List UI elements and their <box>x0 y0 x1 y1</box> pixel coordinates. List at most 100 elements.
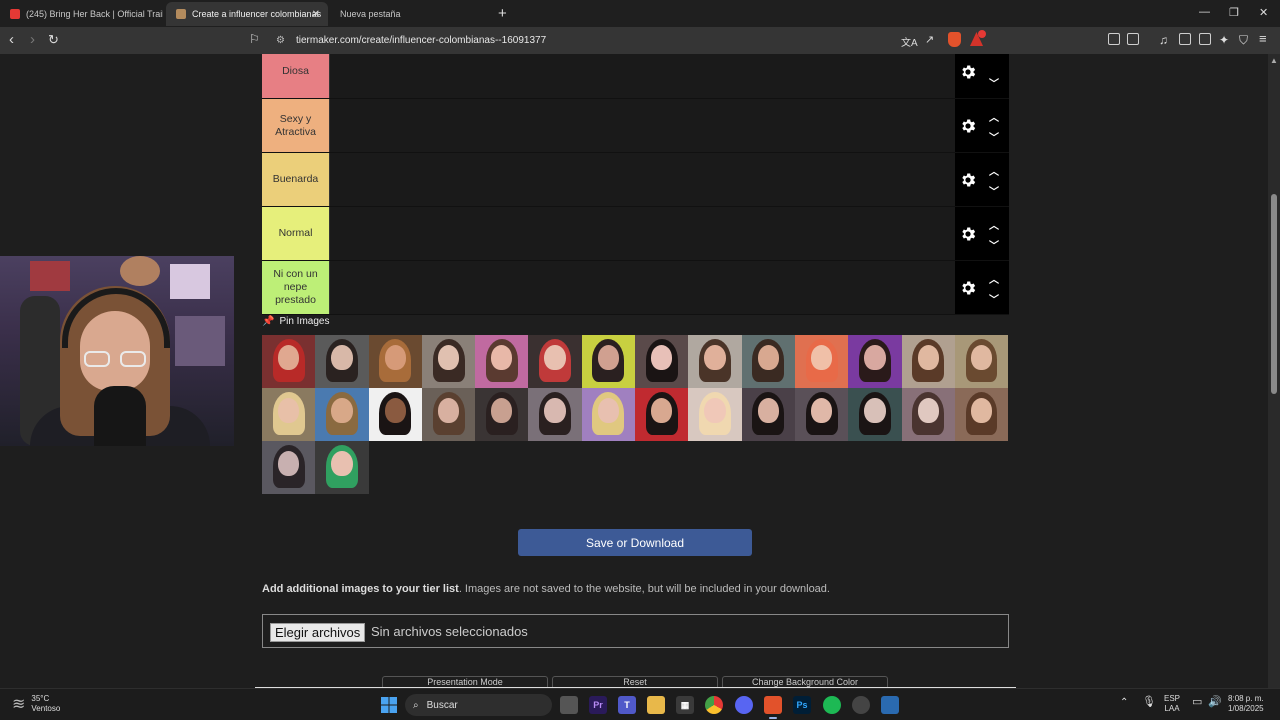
back-icon[interactable]: ‹ <box>9 31 14 48</box>
chevron-down-icon[interactable]: ﹀ <box>989 237 999 252</box>
chevron-down-icon[interactable]: ﹀ <box>989 75 999 90</box>
translate-icon[interactable]: 文A <box>901 34 918 49</box>
tier-drop-zone[interactable] <box>329 153 955 206</box>
scroll-up-icon[interactable]: ▲ <box>1270 56 1278 65</box>
task-view-icon[interactable] <box>560 696 578 714</box>
influencer-thumbnail[interactable] <box>794 335 849 388</box>
discord-icon[interactable] <box>735 696 753 714</box>
scroll-thumb[interactable] <box>1271 194 1277 394</box>
gear-icon[interactable] <box>959 225 977 243</box>
chevron-down-icon[interactable]: ﹀ <box>989 129 999 144</box>
influencer-thumbnail[interactable] <box>848 388 902 441</box>
tier-drop-zone[interactable] <box>329 99 955 152</box>
influencer-thumbnail[interactable] <box>954 388 1009 441</box>
influencer-thumbnail[interactable] <box>315 388 369 441</box>
influencer-thumbnail[interactable] <box>368 388 422 441</box>
tier-label[interactable]: Ni con un nepe prestado <box>262 261 329 314</box>
microphone-icon[interactable]: 🎙 <box>1142 697 1156 708</box>
influencer-thumbnail[interactable] <box>475 388 529 441</box>
tier-drop-zone[interactable] <box>329 54 955 98</box>
site-info-icon[interactable]: ⚙ <box>276 30 285 51</box>
store-icon[interactable]: ▦ <box>676 696 694 714</box>
clock[interactable]: 8:08 p. m. 1/08/2025 <box>1228 694 1264 714</box>
leo-ai-icon[interactable]: ✦ <box>1219 33 1229 47</box>
influencer-thumbnail[interactable] <box>901 335 955 388</box>
volume-icon[interactable]: 🔊 <box>1208 697 1222 708</box>
influencer-thumbnail[interactable] <box>421 388 476 441</box>
menu-icon[interactable]: ≡ <box>1259 31 1267 46</box>
new-tab-button[interactable]: + <box>498 5 507 22</box>
chevron-up-icon[interactable]: ︿ <box>989 217 999 232</box>
influencer-thumbnail[interactable] <box>262 388 316 441</box>
influencer-thumbnail[interactable] <box>741 335 795 388</box>
bookmark-icon[interactable]: ⚐ <box>249 32 260 46</box>
tier-label[interactable]: Buenarda <box>262 153 329 206</box>
chevron-up-icon[interactable]: ︿ <box>989 271 999 286</box>
gear-icon[interactable] <box>959 171 977 189</box>
obs-icon[interactable] <box>852 696 870 714</box>
taskbar-search[interactable]: ⌕ Buscar <box>405 694 552 716</box>
chevron-up-icon[interactable]: ︿ <box>989 163 999 178</box>
influencer-thumbnail[interactable] <box>901 388 955 441</box>
close-window-button[interactable]: ✕ <box>1259 6 1268 19</box>
chevron-down-icon[interactable]: ﹀ <box>989 183 999 198</box>
tier-drop-zone[interactable] <box>329 207 955 260</box>
share-icon[interactable]: ↗ <box>925 33 934 46</box>
weather-widget[interactable]: ≋ 35°C Ventoso <box>12 694 60 714</box>
premiere-icon[interactable]: Pr <box>589 696 607 714</box>
influencer-thumbnail[interactable] <box>528 335 582 388</box>
restore-button[interactable]: ❐ <box>1229 6 1239 19</box>
language-indicator[interactable]: ESP LAA <box>1164 694 1180 714</box>
chrome-icon[interactable] <box>705 696 723 714</box>
gear-icon[interactable] <box>959 279 977 297</box>
influencer-thumbnail[interactable] <box>421 335 476 388</box>
page-scrollbar[interactable]: ▲ <box>1268 54 1280 688</box>
file-explorer-icon[interactable] <box>647 696 665 714</box>
influencer-thumbnail[interactable] <box>794 388 849 441</box>
close-tab-icon[interactable]: ✕ <box>312 9 320 20</box>
tab-youtube[interactable]: (245) Bring Her Back | Official Trailer … <box>0 2 163 26</box>
influencer-thumbnail[interactable] <box>581 388 636 441</box>
forward-icon[interactable]: › <box>30 31 35 48</box>
influencer-thumbnail[interactable] <box>475 335 529 388</box>
teams-icon[interactable]: T <box>618 696 636 714</box>
influencer-thumbnail[interactable] <box>635 335 689 388</box>
screenshot-icon[interactable] <box>1127 33 1139 45</box>
influencer-thumbnail[interactable] <box>528 388 582 441</box>
save-download-button[interactable]: Save or Download <box>518 529 752 556</box>
brave-shields-icon[interactable] <box>948 32 961 47</box>
tier-label[interactable]: Normal <box>262 207 329 260</box>
influencer-thumbnail[interactable] <box>262 441 316 494</box>
photoshop-icon[interactable]: Ps <box>793 696 811 714</box>
wallet-icon[interactable] <box>1199 33 1211 45</box>
address-bar[interactable]: ⚙ tiermaker.com/create/influencer-colomb… <box>268 30 988 51</box>
influencer-thumbnail[interactable] <box>741 388 795 441</box>
tier-label[interactable]: Diosa <box>262 54 329 98</box>
tab-tiermaker[interactable]: Create a influencer colombianas ✕ <box>166 2 328 26</box>
media-icon[interactable]: ♫ <box>1159 33 1168 47</box>
influencer-thumbnail[interactable] <box>688 388 742 441</box>
influencer-thumbnail[interactable] <box>688 335 742 388</box>
chevron-down-icon[interactable]: ﹀ <box>989 291 999 306</box>
brave-taskbar-icon[interactable] <box>764 696 782 714</box>
reload-icon[interactable]: ↻ <box>48 32 59 48</box>
vpn-icon[interactable]: ⛉ <box>1239 33 1248 48</box>
tray-chevron-icon[interactable]: ⌃ <box>1120 698 1128 708</box>
influencer-thumbnail[interactable] <box>262 335 316 388</box>
influencer-thumbnail[interactable] <box>848 335 902 388</box>
tier-label[interactable]: Sexy y Atractiva <box>262 99 329 152</box>
influencer-thumbnail[interactable] <box>368 335 422 388</box>
tab-new[interactable]: Nueva pestaña <box>330 2 490 26</box>
tier-drop-zone[interactable] <box>329 261 955 314</box>
influencer-thumbnail[interactable] <box>315 441 369 494</box>
influencer-thumbnail[interactable] <box>954 335 1009 388</box>
network-icon[interactable]: ▭ <box>1192 697 1202 708</box>
pin-images-toggle[interactable]: 📌 Pin Images <box>262 316 329 327</box>
gear-icon[interactable] <box>959 117 977 135</box>
influencer-thumbnail[interactable] <box>635 388 689 441</box>
extensions-icon[interactable] <box>1108 33 1120 45</box>
influencer-thumbnail[interactable] <box>581 335 636 388</box>
minimize-button[interactable]: — <box>1199 6 1210 18</box>
choose-files-button[interactable]: Elegir archivos <box>270 623 366 642</box>
notepad-icon[interactable] <box>881 696 899 714</box>
